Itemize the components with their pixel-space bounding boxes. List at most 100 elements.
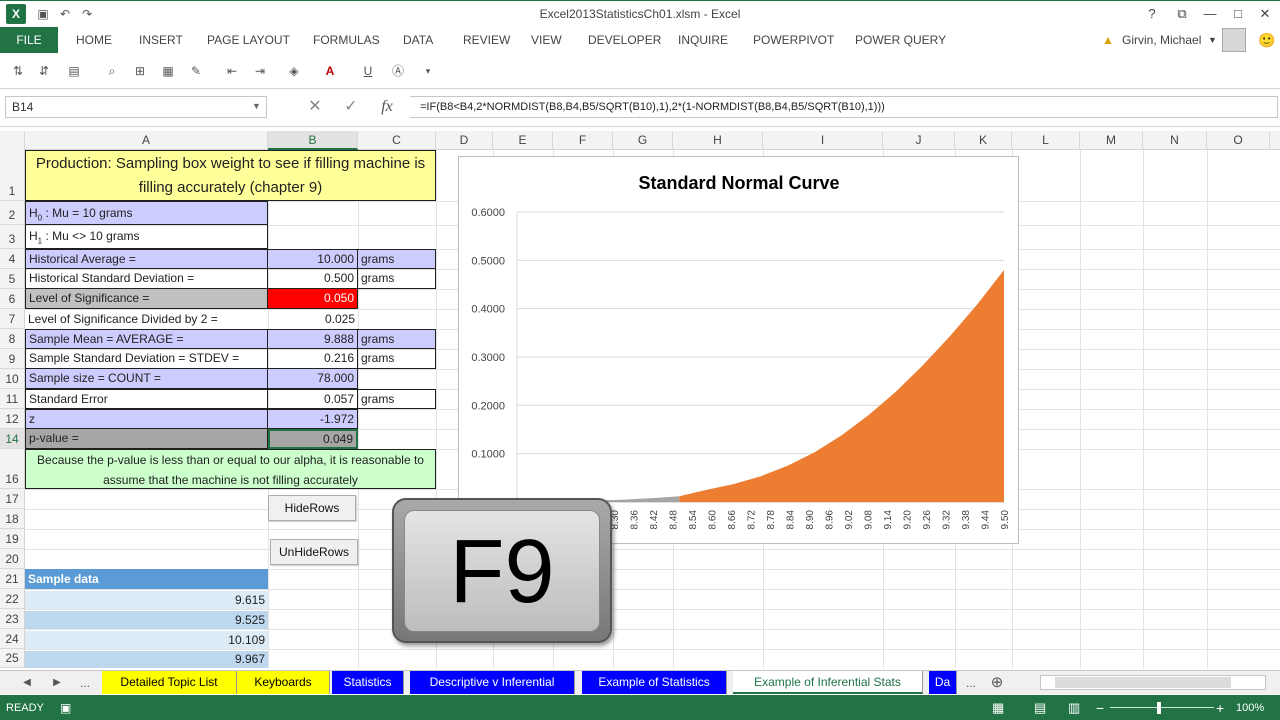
column-header-g[interactable]: G [613,131,673,150]
file-tab[interactable]: FILE [0,27,58,53]
tab-page-layout[interactable]: PAGE LAYOUT [207,27,290,53]
tab-developer[interactable]: DEVELOPER [588,27,661,53]
column-header-n[interactable]: N [1143,131,1207,150]
sort-icon[interactable]: ⇅ [8,62,28,80]
filter-icon[interactable]: ⇵ [34,62,54,80]
unhide-rows-button[interactable]: UnHideRows [270,539,358,565]
column-header-m[interactable]: M [1080,131,1143,150]
underline-icon[interactable]: U [358,62,378,80]
value-cell[interactable]: 78.000 [268,369,358,389]
sample-data-cell[interactable]: 9.615 [25,591,268,609]
paste-icon[interactable]: ▤ [64,62,84,80]
column-header-e[interactable]: E [493,131,553,150]
sample-data-cell[interactable]: 10.109 [25,631,268,649]
value-cell[interactable]: 0.500 [268,269,358,289]
zoom-slider[interactable] [1110,707,1214,708]
row-header[interactable]: 12 [0,409,25,429]
unit-cell[interactable]: grams [358,249,436,269]
decrease-indent-icon[interactable]: ⇤ [222,62,242,80]
unit-cell[interactable]: grams [358,269,436,289]
enter-formula-button[interactable]: ✓ [336,96,366,118]
row-header[interactable]: 22 [0,589,25,609]
tab-powerpivot[interactable]: POWERPIVOT [753,27,834,53]
row-header[interactable]: 18 [0,509,25,529]
sample-data-header[interactable]: Sample data [25,569,268,589]
tab-scroll-prev-icon[interactable]: ◀ [16,674,38,692]
row-header[interactable]: 8 [0,329,25,349]
unit-cell[interactable]: grams [358,329,436,349]
normal-view-icon[interactable]: ▦ [992,700,1004,716]
row-header[interactable]: 9 [0,349,25,369]
h1-cell[interactable]: H1 : Mu <> 10 grams [25,225,268,249]
sheet-tab-example-of-statistics[interactable]: Example of Statistics [582,671,727,694]
formula-input[interactable]: =IF(B8<B4,2*NORMDIST(B8,B4,B5/SQRT(B10),… [410,96,1278,118]
sample-data-cell[interactable]: 9.967 [25,651,268,668]
unit-cell[interactable]: grams [358,389,436,409]
column-header-k[interactable]: K [955,131,1012,150]
tab-insert[interactable]: INSERT [139,27,183,53]
unit-cell[interactable]: grams [358,349,436,369]
tab-formulas[interactable]: FORMULAS [313,27,380,53]
conclusion-note-cell[interactable]: Because the p-value is less than or equa… [25,449,436,489]
user-dropdown-icon[interactable]: ▼ [1208,27,1217,53]
column-header-o[interactable]: O [1207,131,1270,150]
column-header-l[interactable]: L [1012,131,1080,150]
row-header[interactable]: 16 [0,449,25,489]
fill-color-icon[interactable]: ◈ [284,62,304,80]
tab-home[interactable]: HOME [76,27,112,53]
row-header[interactable]: 17 [0,489,25,509]
row-header[interactable]: 6 [0,289,25,309]
more-icon[interactable]: ▾ [418,62,438,80]
sheet-title-cell[interactable]: Production: Sampling box weight to see i… [25,150,436,201]
column-header-i[interactable]: I [763,131,883,150]
value-cell[interactable]: 0.057 [268,389,358,409]
column-header-b[interactable]: B [268,131,358,150]
value-cell[interactable]: 0.025 [268,309,358,329]
page-layout-view-icon[interactable]: ▤ [1034,700,1046,716]
row-header[interactable]: 3 [0,225,25,249]
sheet-tab-descriptive-v-inferential[interactable]: Descriptive v Inferential [410,671,575,694]
label-cell[interactable]: z [25,409,268,429]
label-cell[interactable]: Sample Standard Deviation = STDEV = [25,349,268,369]
row-header[interactable]: 10 [0,369,25,389]
value-cell[interactable]: 10.000 [268,249,358,269]
row-header[interactable]: 2 [0,201,25,225]
horizontal-scrollbar[interactable] [1040,675,1266,690]
row-header[interactable]: 20 [0,549,25,569]
column-header-h[interactable]: H [673,131,763,150]
maximize-button[interactable]: □ [1226,4,1250,24]
value-cell[interactable]: 9.888 [268,329,358,349]
help-button[interactable]: ? [1140,4,1164,24]
zoom-in-button[interactable]: + [1216,700,1224,716]
column-header-j[interactable]: J [883,131,955,150]
row-header[interactable]: 25 [0,649,25,668]
zoom-level[interactable]: 100% [1236,700,1264,716]
minimize-button[interactable]: — [1198,4,1222,24]
standard-normal-chart[interactable]: Standard Normal Curve 0.6000 0.5000 0.4000… [458,156,1019,544]
user-name[interactable]: Girvin, Michael [1122,27,1201,53]
row-header[interactable]: 21 [0,569,25,589]
row-header[interactable]: 19 [0,529,25,549]
page-break-view-icon[interactable]: ▥ [1068,700,1080,716]
value-cell[interactable]: 0.216 [268,349,358,369]
column-header-f[interactable]: F [553,131,613,150]
row-header[interactable]: 1 [0,150,25,201]
cancel-formula-button[interactable]: ✕ [300,96,330,118]
label-cell[interactable]: Historical Average = [25,249,268,269]
tab-review[interactable]: REVIEW [463,27,510,53]
row-header[interactable]: 7 [0,309,25,329]
label-cell[interactable]: Historical Standard Deviation = [25,269,268,289]
borders-icon[interactable]: ⊞ [130,62,150,80]
sample-data-cell[interactable]: 9.525 [25,611,268,629]
column-header-d[interactable]: D [436,131,493,150]
label-cell[interactable]: Level of Significance = [25,289,268,309]
sheet-tab-detailed-topic-list[interactable]: Detailed Topic List [102,671,237,694]
zoom-slider-thumb[interactable] [1157,702,1161,714]
insert-function-button[interactable]: fx [372,96,402,118]
avatar[interactable] [1222,28,1246,52]
macro-record-icon[interactable]: ▣ [60,700,71,716]
row-header[interactable]: 5 [0,269,25,289]
row-header[interactable]: 23 [0,609,25,629]
close-button[interactable]: ✕ [1253,4,1277,24]
name-box[interactable]: B14 [5,96,267,118]
